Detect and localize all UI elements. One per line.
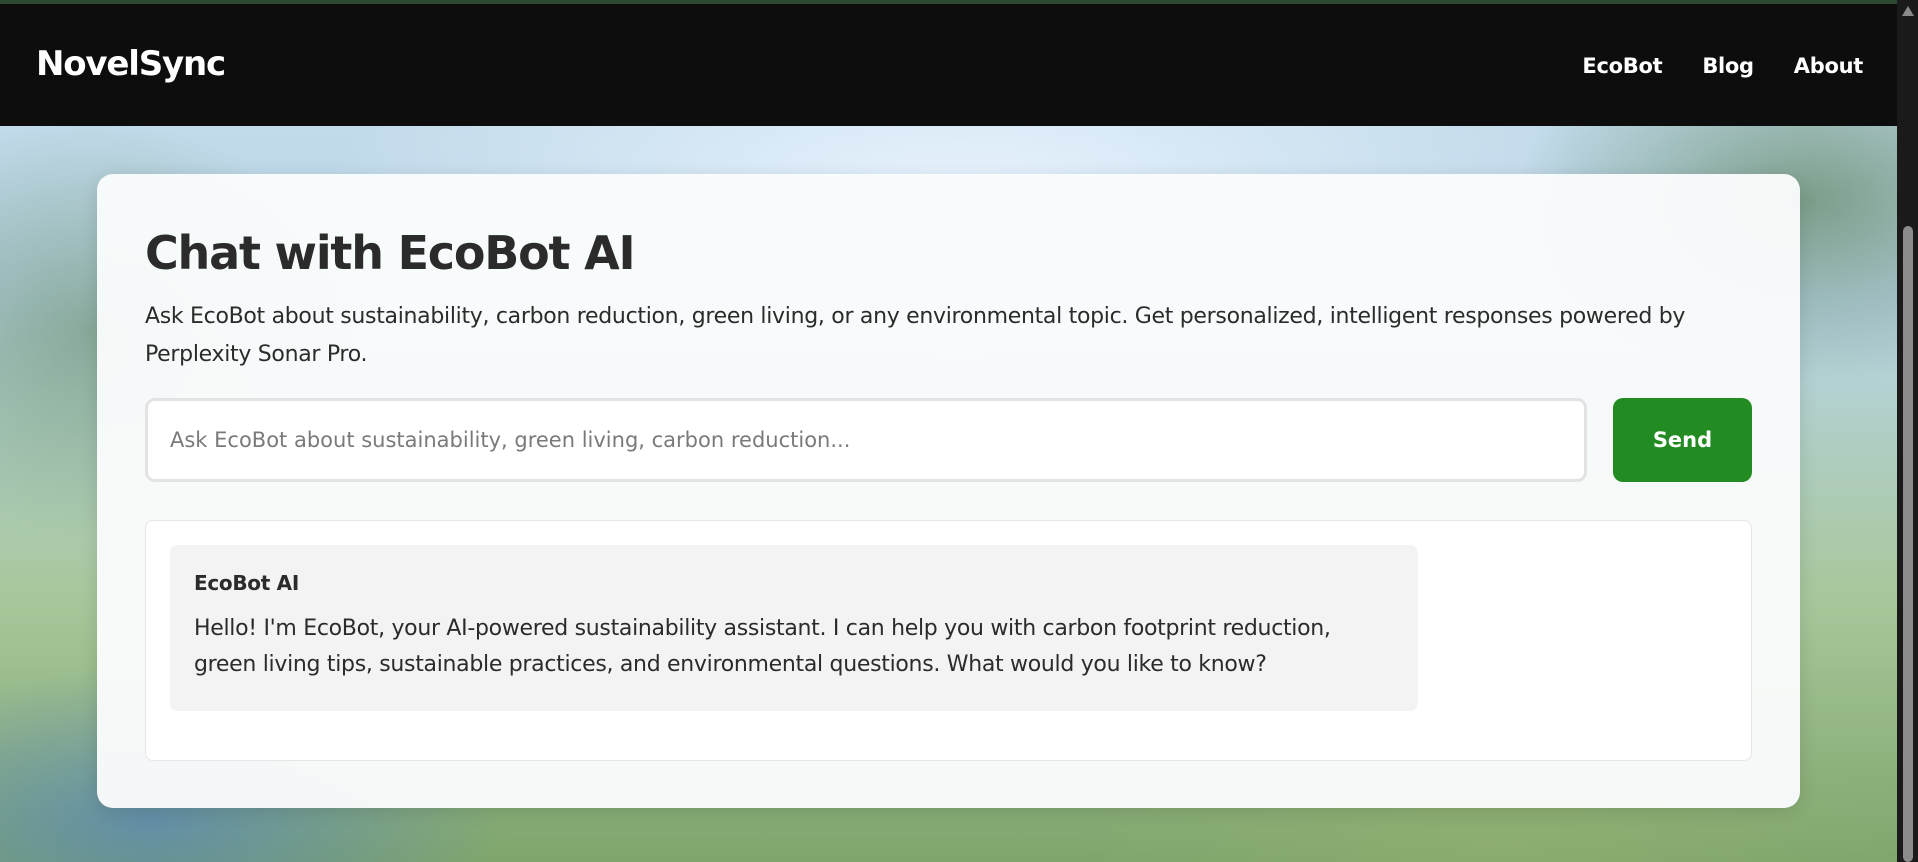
send-button[interactable]: Send — [1613, 398, 1752, 482]
chat-input[interactable] — [145, 398, 1587, 482]
message-sender: EcoBot AI — [194, 571, 299, 595]
brand-logo[interactable]: NovelSync — [36, 44, 226, 84]
chat-messages: EcoBot AI Hello! I'm EcoBot, your AI-pow… — [145, 520, 1752, 761]
page-title: Chat with EcoBot AI — [145, 226, 636, 280]
scrollbar-thumb[interactable] — [1903, 226, 1913, 862]
nav-link-blog[interactable]: Blog — [1702, 54, 1754, 78]
nav-link-about[interactable]: About — [1794, 54, 1864, 78]
message-bubble: EcoBot AI Hello! I'm EcoBot, your AI-pow… — [170, 545, 1418, 711]
message-text: Hello! I'm EcoBot, your AI-powered susta… — [194, 616, 1331, 677]
page-description: Ask EcoBot about sustainability, carbon … — [145, 304, 1686, 367]
page-scrollbar[interactable] — [1897, 0, 1918, 862]
chat-card: Chat with EcoBot AI Ask EcoBot about sus… — [97, 174, 1800, 808]
nav-links: EcoBot Blog About — [1582, 54, 1863, 78]
navbar: NovelSync EcoBot Blog About — [0, 4, 1897, 126]
nav-link-ecobot[interactable]: EcoBot — [1582, 54, 1662, 78]
scroll-up-arrow-icon[interactable] — [1902, 6, 1914, 16]
